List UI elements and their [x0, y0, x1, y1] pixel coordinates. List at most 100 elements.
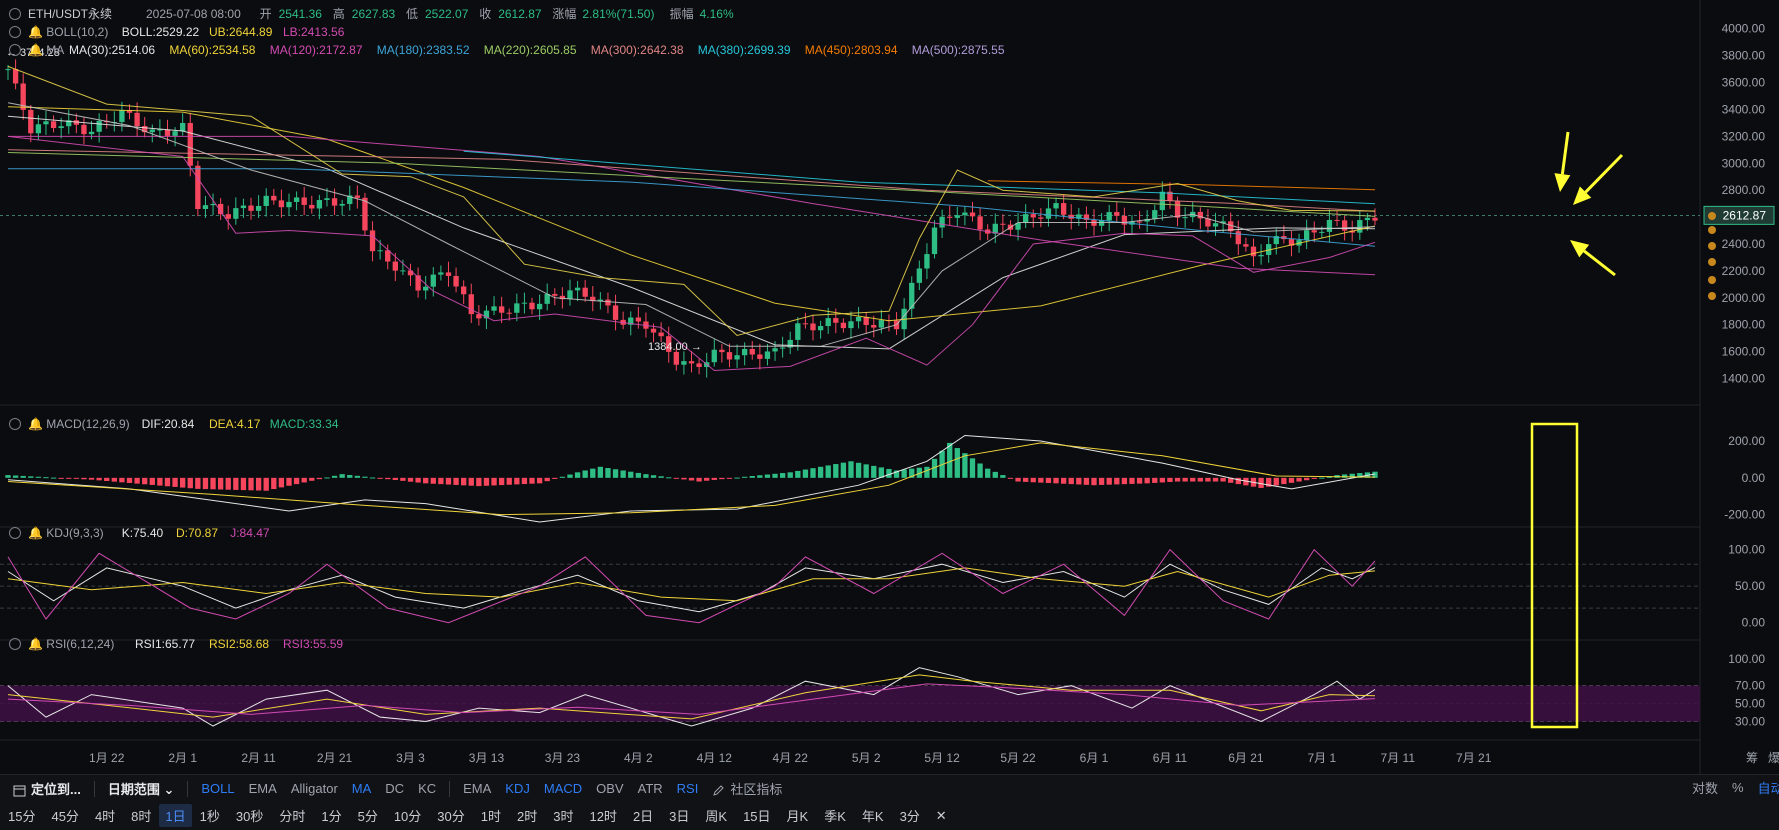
indicator-toolbar: 定位到... 日期范围 ⌄ BOLL EMA Alligator MA DC KC EMA…	[0, 775, 1779, 802]
price-tick-label: 3600.00	[1722, 76, 1766, 90]
macd-bar	[1083, 477, 1090, 485]
candle-body	[1212, 223, 1219, 227]
timeframe-bar: 15分 45分 4时 8时 1日 1秒 30秒 分时 1分 5分 10分 30分 1时 2时 3时 12时 2日…	[0, 802, 955, 829]
price-tick-label: 3000.00	[1722, 156, 1766, 170]
macd-bar	[58, 477, 64, 479]
macd-bar	[1007, 477, 1014, 479]
rsi3-value: RSI3:55.59	[283, 637, 343, 651]
candle-body	[28, 109, 34, 134]
timeframe-3时[interactable]: 3时	[545, 806, 581, 825]
candle-body	[688, 361, 695, 364]
candle-body	[817, 326, 824, 331]
overlay-indicator-alligator[interactable]: Alligator	[284, 781, 345, 796]
candle-body	[1022, 214, 1029, 223]
date-range-dropdown[interactable]: 日期范围 ⌄	[101, 779, 182, 798]
macd-bar	[1159, 477, 1166, 483]
sub-indicator-obv[interactable]: OBV	[589, 781, 630, 796]
macd-bar	[726, 477, 733, 479]
candle-body	[635, 317, 641, 322]
macd-bar	[354, 475, 361, 478]
datetime-label: 2025-07-08 08:00	[146, 7, 241, 21]
close-icon[interactable]: ✕	[928, 808, 955, 824]
timeframe-分时[interactable]: 分时	[271, 806, 313, 825]
ma-name: 🔔 MA	[28, 43, 64, 57]
timeframe-年k[interactable]: 年K	[854, 806, 892, 825]
ma-value: MA(60):2534.58	[169, 43, 255, 57]
timeframe-30分[interactable]: 30分	[429, 806, 472, 825]
sub-indicator-atr[interactable]: ATR	[631, 781, 670, 796]
candle-body	[309, 204, 315, 209]
overlay-indicator-dc[interactable]: DC	[378, 781, 411, 796]
candle-body	[772, 348, 778, 352]
timeframe-1日[interactable]: 1日	[159, 804, 192, 827]
chart-canvas[interactable]: ← 3744.281384.00 → 4000.003800.003600.00…	[0, 0, 1779, 774]
macd-bar	[886, 468, 892, 478]
date-tick-label: 5月 2	[852, 751, 881, 765]
candle-body	[863, 316, 869, 325]
locate-button[interactable]: 定位到...	[6, 779, 88, 798]
rsi-tick-label: 70.00	[1735, 679, 1765, 693]
candle-body	[833, 318, 839, 323]
overlay-indicator-kc[interactable]: KC	[411, 781, 443, 796]
candle-body	[969, 212, 976, 217]
timeframe-周k[interactable]: 周K	[697, 806, 735, 825]
candle-body	[407, 270, 414, 276]
timeframe-3分[interactable]: 3分	[892, 806, 928, 825]
community-label: 社区指标	[730, 782, 783, 797]
overlay-indicator-ma[interactable]: MA	[345, 781, 379, 796]
macd-bar	[597, 466, 604, 478]
macd-bar	[1212, 477, 1219, 482]
timeframe-30秒[interactable]: 30秒	[228, 806, 271, 825]
timeframe-1时[interactable]: 1时	[473, 806, 509, 825]
price-tick-label: 4000.00	[1722, 22, 1766, 36]
sub-indicator-ema[interactable]: EMA	[456, 781, 498, 796]
candle-body	[764, 351, 771, 359]
macd-dea-value: DEA:4.17	[209, 417, 261, 431]
timeframe-15日[interactable]: 15日	[735, 806, 778, 825]
macd-bar	[848, 461, 854, 478]
overlay-indicator-ema[interactable]: EMA	[242, 781, 284, 796]
timeframe-2时[interactable]: 2时	[509, 806, 545, 825]
candle-body	[88, 131, 95, 135]
timeframe-3日[interactable]: 3日	[661, 806, 697, 825]
sub-indicator-kdj[interactable]: KDJ	[498, 781, 537, 796]
boll-value: BOLL:2529.22	[122, 25, 200, 39]
candle-body	[1114, 212, 1120, 216]
boll-name: 🔔 BOLL(10,2)	[28, 25, 108, 39]
overlay-indicator-boll[interactable]: BOLL	[194, 781, 241, 796]
macd-bar	[1000, 475, 1006, 478]
timeframe-5分[interactable]: 5分	[350, 806, 386, 825]
timeframe-季k[interactable]: 季K	[816, 806, 854, 825]
macd-bar	[43, 477, 49, 479]
macd-bar	[1053, 477, 1059, 484]
timeframe-月k[interactable]: 月K	[779, 806, 817, 825]
scale-option-对数[interactable]: 对数	[1685, 778, 1725, 797]
timeframe-45分[interactable]: 45分	[43, 806, 86, 825]
scale-option-%[interactable]: %	[1725, 780, 1751, 795]
candle-body	[855, 316, 862, 322]
timeframe-1分[interactable]: 1分	[313, 806, 349, 825]
candle-body	[878, 320, 885, 328]
bottom-toolbar: 定位到... 日期范围 ⌄ BOLL EMA Alligator MA DC KC EMA…	[0, 774, 1779, 830]
rsi-tick-label: 50.00	[1735, 697, 1765, 711]
candle-body	[506, 312, 512, 314]
candle-body	[35, 124, 42, 134]
macd-bar	[1190, 477, 1196, 482]
timeframe-12时[interactable]: 12时	[581, 806, 624, 825]
sub-indicator-rsi[interactable]: RSI	[670, 781, 706, 796]
macd-bar	[764, 474, 771, 478]
macd-bar	[255, 477, 262, 491]
timeframe-8时[interactable]: 8时	[123, 806, 159, 825]
timeframe-1秒[interactable]: 1秒	[192, 806, 228, 825]
macd-bar	[969, 458, 976, 478]
macd-name: 🔔 MACD(12,26,9)	[28, 417, 130, 431]
sub-indicator-macd[interactable]: MACD	[537, 781, 589, 796]
macd-bar	[1030, 477, 1036, 483]
timeframe-15分[interactable]: 15分	[0, 806, 43, 825]
community-indicators-button[interactable]: 社区指标	[705, 779, 789, 798]
timeframe-2日[interactable]: 2日	[625, 806, 661, 825]
macd-bar	[423, 477, 429, 484]
timeframe-10分[interactable]: 10分	[386, 806, 429, 825]
timeframe-4时[interactable]: 4时	[87, 806, 123, 825]
scale-option-自动[interactable]: 自动	[1751, 778, 1779, 797]
